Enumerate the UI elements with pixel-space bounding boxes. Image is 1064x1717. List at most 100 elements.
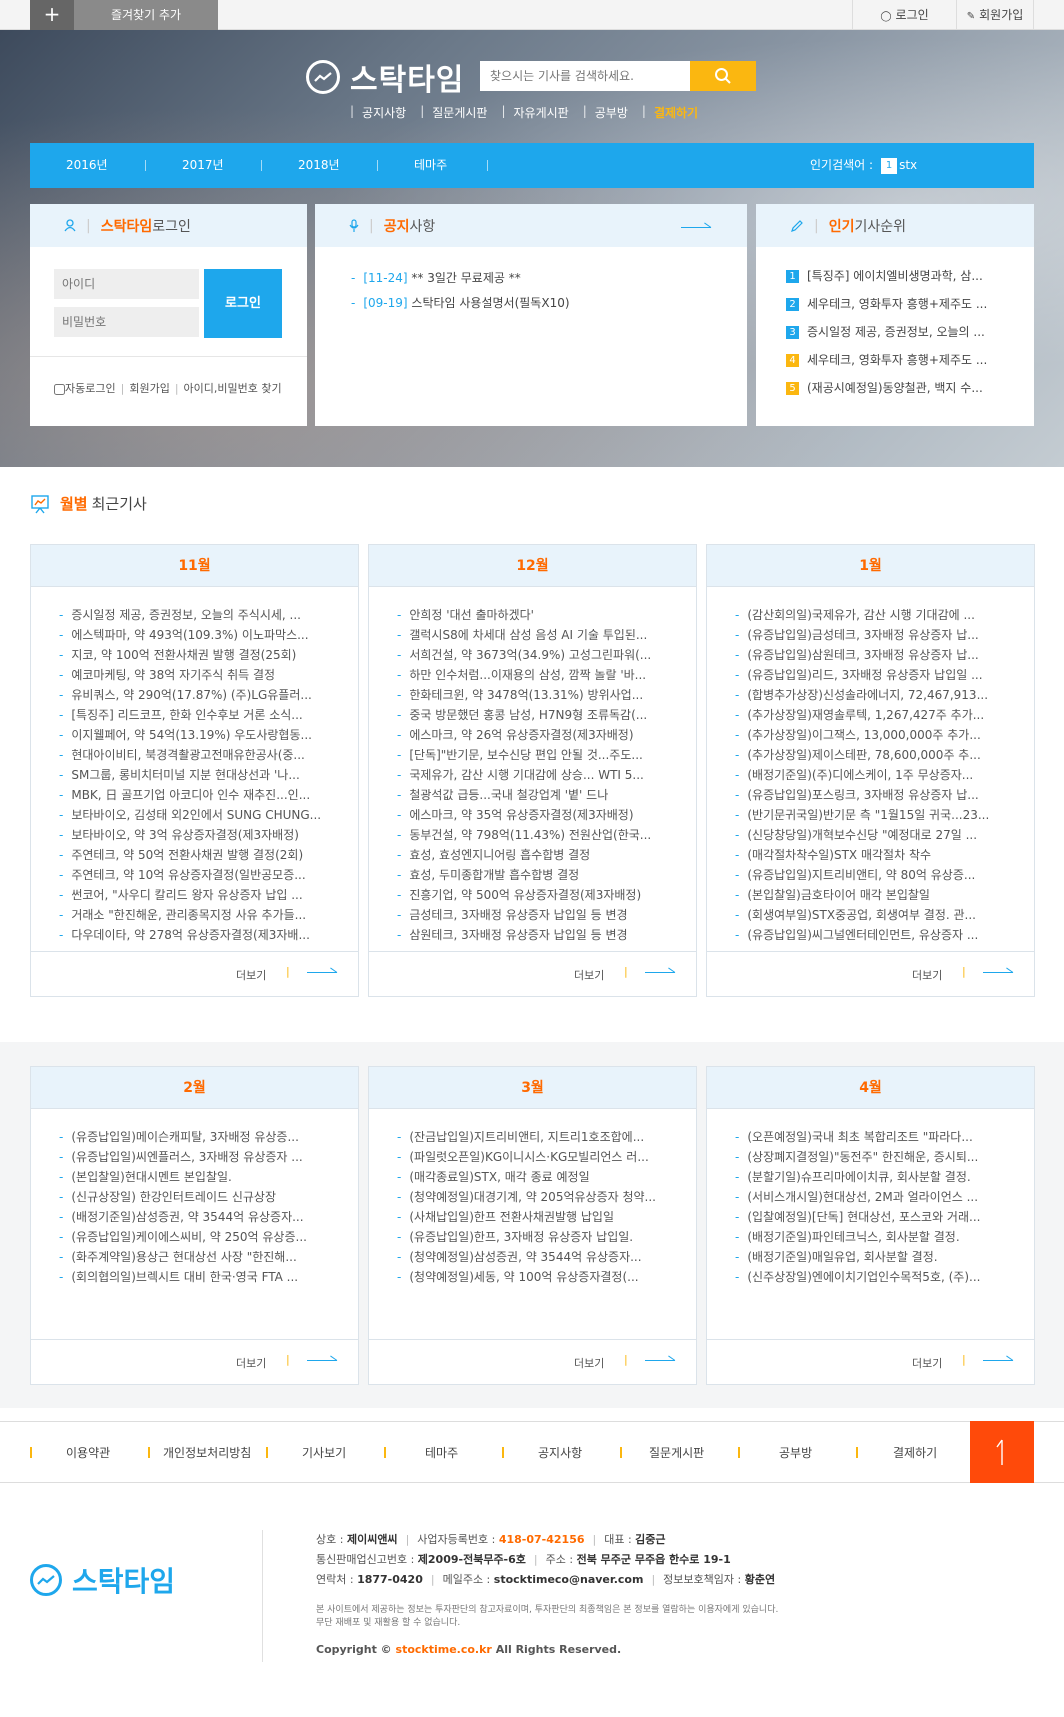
list-item[interactable]: - 현대아이비티, 북경격촬광고전매유한공사(중... [59, 745, 349, 765]
list-item[interactable]: - 썬코어, "사우디 칼리드 왕자 유상증자 납입 ... [59, 885, 349, 905]
list-item[interactable]: - MBK, 日 골프기업 아코디아 인수 재추진...인... [59, 785, 349, 805]
arrow-right-icon[interactable] [645, 967, 675, 973]
more-link[interactable]: 더보기 [912, 1355, 942, 1371]
list-item[interactable]: 1 [특징주] 에이치엘비생명과학, 삼... [786, 267, 1014, 284]
list-item[interactable]: - 지코, 약 100억 전환사채권 발행 결정(25회) [59, 645, 349, 665]
scroll-to-top-button[interactable] [970, 1421, 1034, 1483]
nav-payment[interactable]: 결제하기 [654, 104, 698, 121]
list-item[interactable]: - (유증납입일)포스링크, 3자배정 유상증자 납... [735, 785, 1025, 805]
list-item[interactable]: - (오픈예정일)국내 최초 복합리조트 "파라다... [735, 1127, 1025, 1147]
theme-stocks[interactable]: 테마주 [414, 143, 447, 188]
list-item[interactable]: - (상장폐지결정일)"동전주" 한진해운, 증시퇴... [735, 1147, 1025, 1167]
list-item[interactable]: - (청약예정일)세동, 약 100억 유상증자결정(... [397, 1267, 687, 1287]
list-item[interactable]: - 한화테크윈, 약 3478억(13.31%) 방위사업... [397, 685, 687, 705]
list-item[interactable]: - 에스마크, 약 26억 유상증자결정(제3자배정) [397, 725, 687, 745]
nav-study[interactable]: 공부방 [595, 104, 628, 121]
list-item[interactable]: - (유증납입일)메이슨캐피탈, 3자배정 유상증... [59, 1127, 349, 1147]
list-item[interactable]: - (배정기준일)매일유업, 회사분할 결정. [735, 1247, 1025, 1267]
list-item[interactable]: - (반기문귀국일)반기문 측 "1월15일 귀국...23... [735, 805, 1025, 825]
list-item[interactable]: - (유증납입일)삼원테크, 3자배정 유상증자 납... [735, 645, 1025, 665]
list-item[interactable]: - 진흥기업, 약 500억 유상증자결정(제3자배정) [397, 885, 687, 905]
site-logo[interactable]: 스탁타임 [306, 55, 464, 99]
list-item[interactable]: - (신당창당일)개혁보수신당 "예정대로 27일 ... [735, 825, 1025, 845]
footer-nav-link[interactable]: 결제하기 [893, 1422, 937, 1484]
year-2016[interactable]: 2016년 [66, 143, 108, 188]
list-item[interactable]: - 에스텍파마, 약 493억(109.3%) 이노파막스... [59, 625, 349, 645]
footer-nav-link[interactable]: 이용약관 [66, 1422, 110, 1484]
list-item[interactable]: - 예코마케팅, 약 38억 자기주식 취득 결정 [59, 665, 349, 685]
footer-nav-link[interactable]: 공지사항 [538, 1422, 582, 1484]
list-item[interactable]: - (유증납입일)지트리비앤티, 약 80억 유상증... [735, 865, 1025, 885]
list-item[interactable]: - (유증납입일)케이에스씨비, 약 250억 유상증... [59, 1227, 349, 1247]
list-item[interactable]: - 하만 인수처럼...이재용의 삼성, 깜짝 놀랄 '바... [397, 665, 687, 685]
list-item[interactable]: - [11-24] ** 3일간 무료제공 ** [351, 269, 747, 286]
list-item[interactable]: - 유비쿼스, 약 290억(17.87%) (주)LG유플러... [59, 685, 349, 705]
list-item[interactable]: - 철광석값 급등...국내 철강업계 '볕' 드나 [397, 785, 687, 805]
list-item[interactable]: - (유증납입일)씨그널엔터테인먼트, 유상증자 ... [735, 925, 1025, 945]
list-item[interactable]: - 중국 방문했던 홍콩 남성, H7N9형 조류독감(... [397, 705, 687, 725]
add-favorite-button[interactable]: 즐겨찾기 추가 [74, 0, 218, 30]
list-item[interactable]: - (유증납입일)씨엔플러스, 3자배정 유상증자 ... [59, 1147, 349, 1167]
list-item[interactable]: - 거래소 "한진해운, 관리종목지정 사유 추가들... [59, 905, 349, 925]
list-item[interactable]: - 보타바이오, 약 3억 유상증자결정(제3자배정) [59, 825, 349, 845]
plus-icon[interactable]: + [30, 0, 74, 30]
list-item[interactable]: - 서희건설, 약 3673억(34.9%) 고성그린파워(... [397, 645, 687, 665]
nav-qna[interactable]: 질문게시판 [432, 104, 487, 121]
list-item[interactable]: 3 증시일정 제공, 증권정보, 오늘의 ... [786, 323, 1014, 340]
list-item[interactable]: - 이지웰페어, 약 54억(13.19%) 우도사랑협동... [59, 725, 349, 745]
list-item[interactable]: - (신규상장일) 한강인터트레이드 신규상장 [59, 1187, 349, 1207]
list-item[interactable]: - 삼원테크, 3자배정 유상증자 납입일 등 변경 [397, 925, 687, 945]
list-item[interactable]: - (청약예정일)대경기계, 약 205억유상증자 청약... [397, 1187, 687, 1207]
list-item[interactable]: - 동부건설, 약 798억(11.43%) 전원산업(한국... [397, 825, 687, 845]
list-item[interactable]: - (신주상장일)엔에이치기업인수목적5호, (주)... [735, 1267, 1025, 1287]
list-item[interactable]: - 효성, 두미종합개발 흡수합병 결정 [397, 865, 687, 885]
list-item[interactable]: - (화주계약일)용상근 현대상선 사장 "한진해... [59, 1247, 349, 1267]
list-item[interactable]: - (본입찰일)금호타이어 매각 본입찰일 [735, 885, 1025, 905]
list-item[interactable]: - 에스마크, 약 35억 유상증자결정(제3자배정) [397, 805, 687, 825]
popular-term[interactable]: stx [899, 158, 917, 172]
footer-nav-link[interactable]: 질문게시판 [649, 1422, 704, 1484]
footer-nav-link[interactable]: 공부방 [779, 1422, 812, 1484]
list-item[interactable]: - 주연테크, 약 50억 전환사채권 발행 결정(2회) [59, 845, 349, 865]
year-2018[interactable]: 2018년 [298, 143, 340, 188]
more-link[interactable]: 더보기 [236, 1355, 266, 1371]
search-input[interactable] [480, 61, 690, 91]
list-item[interactable]: 2 세우테크, 영화투자 흥행+제주도 ... [786, 295, 1014, 312]
list-item[interactable]: - (입찰예정일)[단독] 현대상선, 포스코와 거래... [735, 1207, 1025, 1227]
list-item[interactable]: - (유증납입일)리드, 3자배정 유상증자 납입일 ... [735, 665, 1025, 685]
more-link[interactable]: 더보기 [912, 967, 942, 983]
list-item[interactable]: - 다우데이타, 약 278억 유상증자결정(제3자배... [59, 925, 349, 945]
arrow-right-icon[interactable] [983, 967, 1013, 973]
nav-notice[interactable]: 공지사항 [362, 104, 406, 121]
list-item[interactable]: - (매각절차착수일)STX 매각절차 착수 [735, 845, 1025, 865]
footer-nav-link[interactable]: 개인정보처리방침 [163, 1422, 251, 1484]
password-input[interactable] [54, 307, 199, 337]
list-item[interactable]: - (배정기준일)삼성증권, 약 3544억 유상증자... [59, 1207, 349, 1227]
search-button[interactable] [690, 61, 756, 91]
list-item[interactable]: - 증시일정 제공, 증권정보, 오늘의 주식시세, ... [59, 605, 349, 625]
arrow-right-icon[interactable] [645, 1355, 675, 1361]
find-account-link[interactable]: 아이디,비밀번호 찾기 [184, 382, 282, 395]
more-link[interactable]: 더보기 [574, 1355, 604, 1371]
list-item[interactable]: 4 세우테크, 영화투자 흥행+제주도 ... [786, 351, 1014, 368]
list-item[interactable]: - (배정기준일)(주)디에스케이, 1주 무상증자... [735, 765, 1025, 785]
list-item[interactable]: - (합병추가상장)신성솔라에너지, 72,467,913... [735, 685, 1025, 705]
list-item[interactable]: - (추가상장일)재영솔루텍, 1,267,427주 추가... [735, 705, 1025, 725]
list-item[interactable]: - SM그룹, 롱비치터미널 지분 현대상선과 '나... [59, 765, 349, 785]
more-link[interactable]: 더보기 [574, 967, 604, 983]
list-item[interactable]: - (유증납입일)금성테크, 3자배정 유상증자 납... [735, 625, 1025, 645]
list-item[interactable]: - (청약예정일)삼성증권, 약 3544억 유상증자... [397, 1247, 687, 1267]
list-item[interactable]: - (사채납입일)한프 전환사채권발행 납입일 [397, 1207, 687, 1227]
arrow-right-icon[interactable] [307, 1355, 337, 1361]
id-input[interactable] [54, 269, 199, 299]
list-item[interactable]: - (매각종료일)STX, 매각 종료 예정일 [397, 1167, 687, 1187]
year-2017[interactable]: 2017년 [182, 143, 224, 188]
arrow-right-icon[interactable] [307, 967, 337, 973]
list-item[interactable]: - (추가상장일)이그잭스, 13,000,000주 추가... [735, 725, 1025, 745]
more-link[interactable]: 더보기 [236, 967, 266, 983]
list-item[interactable]: - (감산회의일)국제유가, 감산 시행 기대감에 ... [735, 605, 1025, 625]
nav-free-board[interactable]: 자유게시판 [514, 104, 569, 121]
list-item[interactable]: - [단독]"반기문, 보수신당 편입 안될 것...주도... [397, 745, 687, 765]
list-item[interactable]: - (분할기일)슈프리마에이치큐, 회사분할 결정. [735, 1167, 1025, 1187]
login-link[interactable]: ◯ 로그인 [852, 0, 956, 30]
